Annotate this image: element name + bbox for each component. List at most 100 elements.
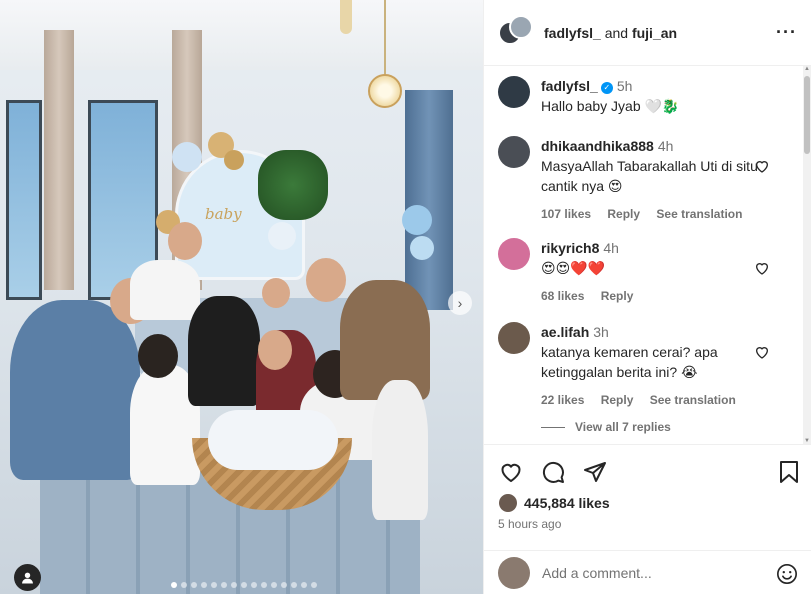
heart-icon[interactable] [498, 459, 524, 485]
carousel-dot [261, 582, 267, 588]
comment-time: 5h [616, 78, 633, 94]
carousel-next-button[interactable]: › [448, 291, 472, 315]
tagged-users-button[interactable] [14, 564, 41, 591]
photo-ceiling-lamp [340, 0, 352, 34]
author-and: and [604, 24, 629, 41]
photo-curtain-left [44, 30, 74, 290]
carousel-dot [221, 582, 227, 588]
post-authors: fadlyfsl_ and fuji_an [544, 25, 677, 41]
comment-username[interactable]: rikyrich8 [541, 240, 599, 256]
photo-baby [208, 410, 338, 470]
user-icon [22, 572, 33, 584]
heart-icon[interactable] [754, 344, 770, 360]
scroll-up-icon[interactable]: ▲ [804, 66, 810, 72]
bookmark-icon[interactable] [776, 459, 802, 485]
comment-text: katanya kemaren cerai? apa ketinggalan b… [541, 344, 718, 380]
photo-pendant-lamp [368, 74, 402, 108]
avatar[interactable] [498, 136, 530, 168]
photo-person [372, 380, 428, 520]
post-header: fadlyfsl_ and fuji_an ··· [484, 0, 811, 66]
post-photo[interactable]: baby › [0, 0, 483, 594]
caption: fadlyfsl_ ✓ 5h Hallo baby Jyab 🤍🐉 [498, 76, 798, 116]
comment-icon[interactable] [540, 459, 566, 485]
comment-meta: 68 likes Reply [541, 286, 798, 306]
author-username[interactable]: fuji_an [632, 25, 677, 41]
reply-button[interactable]: Reply [601, 289, 634, 303]
photo-balloon [402, 205, 432, 235]
author-username[interactable]: fadlyfsl_ [544, 25, 601, 41]
avatar[interactable] [498, 76, 530, 108]
likes-row[interactable]: 445,884 likes [498, 493, 610, 513]
more-horizontal-icon[interactable]: ··· [776, 22, 797, 43]
photo-balloon [172, 142, 202, 172]
comment-time: 4h [657, 138, 674, 154]
heart-icon[interactable] [754, 260, 770, 276]
carousel-dot [181, 582, 187, 588]
carousel-dot [311, 582, 317, 588]
photo-person [340, 280, 430, 400]
avatar [498, 493, 518, 513]
comment-likes[interactable]: 107 likes [541, 207, 591, 221]
scrollbar-thumb[interactable] [804, 76, 810, 154]
reply-button[interactable]: Reply [601, 393, 634, 407]
avatar[interactable] [498, 238, 530, 270]
photo-person [130, 260, 200, 320]
photo-arch-lettering: baby [205, 205, 242, 223]
add-comment-bar [484, 550, 811, 594]
comment-input[interactable] [542, 564, 762, 581]
comment-username[interactable]: fadlyfsl_ [541, 78, 598, 94]
photo-balloon [410, 236, 434, 260]
comment-item: dhikaandhika888 4h MasyaAllah Tabarakalla… [498, 136, 798, 224]
photo-plant [258, 150, 328, 220]
reply-button[interactable]: Reply [607, 207, 640, 221]
carousel-dot [291, 582, 297, 588]
photo-balloon [268, 222, 296, 250]
carousel-dot [211, 582, 217, 588]
carousel-dot [301, 582, 307, 588]
comment-item: rikyrich8 4h 😍😍❤️❤️ 68 likes Reply [498, 238, 798, 306]
photo-person-head [168, 222, 202, 260]
carousel-dot [251, 582, 257, 588]
comment-likes[interactable]: 68 likes [541, 289, 584, 303]
collab-avatars[interactable] [498, 14, 534, 51]
emoji-icon[interactable] [776, 563, 798, 585]
see-translation-button[interactable]: See translation [656, 207, 742, 221]
likes-count[interactable]: 445,884 likes [524, 495, 610, 511]
comment-time: 3h [593, 324, 609, 340]
comment-likes[interactable]: 22 likes [541, 393, 584, 407]
heart-icon[interactable] [754, 158, 770, 174]
avatar[interactable] [498, 322, 530, 354]
comments-scrollbar[interactable]: ▲ ▼ [803, 66, 811, 444]
carousel-dot [241, 582, 247, 588]
carousel-dot [231, 582, 237, 588]
avatar [509, 14, 533, 39]
photo-person [10, 300, 140, 480]
carousel-dot [271, 582, 277, 588]
replies-divider [541, 427, 565, 428]
post-side-panel: fadlyfsl_ and fuji_an ··· fadlyfsl_ ✓ 5h H… [483, 0, 811, 594]
view-replies-label: View all 7 replies [575, 420, 671, 434]
carousel-dot [281, 582, 287, 588]
comments-list: fadlyfsl_ ✓ 5h Hallo baby Jyab 🤍🐉 dhikaand… [484, 66, 804, 444]
see-translation-button[interactable]: See translation [650, 393, 736, 407]
photo-person-head [262, 278, 290, 308]
carousel-indicator [171, 582, 317, 588]
comment-meta: 107 likes Reply See translation [541, 204, 798, 224]
posted-time[interactable]: 5 hours ago [498, 517, 561, 531]
post-actions: 445,884 likes 5 hours ago [484, 444, 811, 536]
carousel-dot [191, 582, 197, 588]
photo-blue-curtain [405, 90, 453, 310]
comment-time: 4h [603, 240, 619, 256]
carousel-dot [201, 582, 207, 588]
photo-person [188, 296, 260, 406]
caption-text: Hallo baby Jyab 🤍🐉 [541, 98, 680, 114]
comment-username[interactable]: dhikaandhika888 [541, 138, 654, 154]
view-replies-button[interactable]: View all 7 replies [541, 420, 671, 434]
photo-person-head [138, 334, 178, 378]
avatar [498, 556, 530, 589]
send-icon[interactable] [582, 459, 608, 485]
comment-username[interactable]: ae.lifah [541, 324, 589, 340]
verified-badge-icon: ✓ [600, 82, 613, 94]
photo-balloon [224, 150, 244, 170]
photo-person-head [258, 330, 292, 370]
